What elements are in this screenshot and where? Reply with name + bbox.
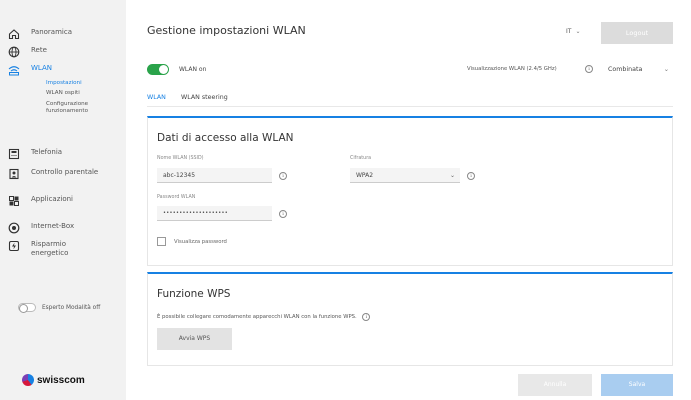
wifi-icon	[8, 64, 22, 78]
expert-mode-label: Esperto Modalità off	[42, 304, 101, 311]
globe-icon	[8, 46, 22, 60]
band-display-value: Combinata	[608, 66, 643, 73]
sidebar-subitem-impostazioni[interactable]: Impostazioni	[46, 80, 120, 87]
info-icon[interactable]: i	[362, 313, 371, 321]
expert-mode-toggle[interactable]: Esperto Modalità off	[18, 303, 101, 313]
sidebar-item-applicazioni[interactable]: Applicazioni	[8, 195, 103, 209]
card-title: Funzione WPS	[157, 288, 231, 300]
wlan-toggle-label: WLAN on	[179, 66, 207, 73]
tab-divider	[147, 106, 673, 107]
chevron-down-icon: ⌄	[663, 66, 669, 73]
sidebar-item-label: Controllo parentale	[31, 168, 99, 176]
language-value: IT	[566, 28, 572, 35]
sidebar-item-label: Telefonia	[31, 148, 63, 156]
logout-button[interactable]: Logout	[601, 22, 673, 44]
sidebar-item-panoramica[interactable]: Panoramica	[8, 28, 103, 42]
wps-description: È possibile collegare comodamente appare…	[157, 313, 371, 321]
energy-icon	[8, 240, 22, 254]
save-button[interactable]: Salva	[601, 374, 673, 396]
start-wps-button[interactable]: Avvia WPS	[157, 328, 232, 350]
phone-icon	[8, 148, 22, 162]
sidebar: Panoramica Rete WLAN Impostazioni WLAN o…	[0, 0, 126, 400]
box-icon	[8, 222, 22, 236]
wlan-access-card: Dati di accesso alla WLAN Nome WLAN (SSI…	[147, 116, 673, 266]
sidebar-item-label: WLAN	[31, 64, 53, 72]
show-password-label: Visualizza password	[174, 239, 227, 245]
card-title: Dati di accesso alla WLAN	[157, 132, 294, 144]
ssid-label: Nome WLAN (SSID)	[157, 156, 204, 161]
language-selector[interactable]: IT ⌄	[566, 28, 580, 35]
sidebar-item-label: Internet-Box	[31, 222, 75, 230]
swisscom-logo-mark	[22, 374, 34, 386]
home-icon	[8, 28, 22, 42]
sidebar-item-wlan[interactable]: WLAN	[8, 64, 103, 78]
page-title: Gestione impostazioni WLAN	[147, 24, 306, 37]
sidebar-item-internet-box[interactable]: Internet-Box	[8, 222, 103, 236]
sidebar-item-label: Risparmio energetico	[31, 240, 69, 257]
apps-icon	[8, 195, 22, 209]
info-icon[interactable]: i	[585, 65, 593, 73]
wlan-toggle[interactable]	[147, 64, 169, 75]
show-password-checkbox[interactable]	[157, 237, 166, 246]
sidebar-subitem-configurazione[interactable]: Configurazione funzionamento	[46, 101, 120, 115]
sidebar-item-controllo-parentale[interactable]: Controllo parentale	[8, 168, 103, 182]
wps-card: Funzione WPS È possibile collegare comod…	[147, 272, 673, 366]
chevron-down-icon: ⌄	[449, 172, 455, 179]
parental-control-icon	[8, 168, 22, 182]
encryption-value: WPA2	[356, 172, 374, 179]
ssid-input[interactable]: abc-12345	[157, 168, 272, 183]
info-icon[interactable]: i	[279, 210, 287, 218]
tab-wlan-steering[interactable]: WLAN steering	[181, 94, 228, 101]
cancel-button[interactable]: Annulla	[518, 374, 592, 396]
info-icon[interactable]: i	[279, 172, 287, 180]
band-display-select[interactable]: Combinata ⌄	[601, 62, 673, 77]
chevron-down-icon: ⌄	[575, 28, 581, 35]
sidebar-item-label: Panoramica	[31, 28, 72, 36]
sidebar-item-label: Applicazioni	[31, 195, 73, 203]
swisscom-logo: swisscom	[22, 374, 85, 386]
password-input[interactable]: ••••••••••••••••••••	[157, 206, 272, 221]
tab-wlan[interactable]: WLAN	[147, 94, 166, 101]
sidebar-subitem-wlan-ospiti[interactable]: WLAN ospiti	[46, 90, 120, 97]
info-icon[interactable]: i	[467, 172, 475, 180]
sidebar-item-rete[interactable]: Rete	[8, 46, 103, 60]
password-label: Password WLAN	[157, 195, 196, 200]
logo-text: swisscom	[37, 374, 85, 386]
sidebar-item-label: Rete	[31, 46, 47, 54]
expert-mode-switch[interactable]	[18, 303, 36, 313]
sidebar-item-risparmio-energetico[interactable]: Risparmio energetico	[8, 240, 103, 258]
encryption-select[interactable]: WPA2 ⌄	[350, 168, 460, 183]
band-display-label: Visualizzazione WLAN (2.4/5 GHz)	[467, 66, 557, 72]
sidebar-item-telefonia[interactable]: Telefonia	[8, 148, 103, 162]
wps-description-text: È possibile collegare comodamente appare…	[157, 314, 357, 320]
encryption-label: Cifratura	[350, 156, 372, 161]
